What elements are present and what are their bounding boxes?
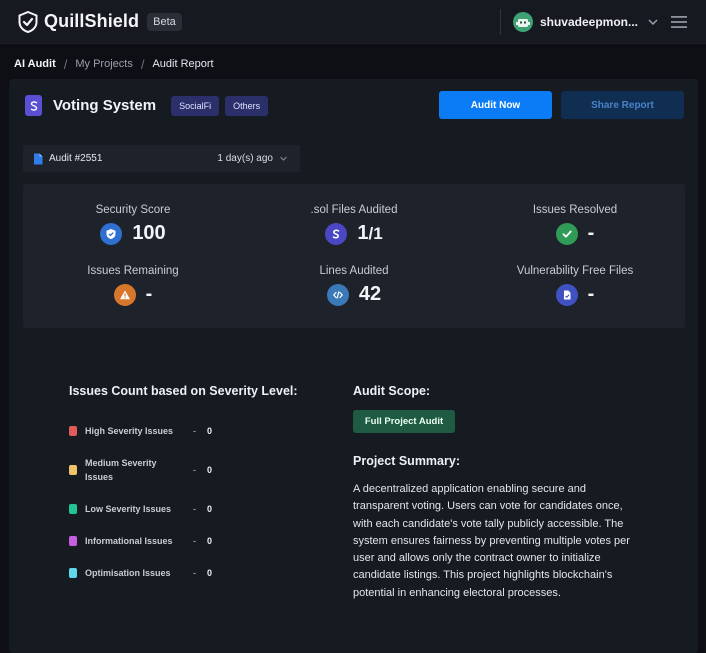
severity-count: 0 <box>207 568 213 578</box>
stat-issues-resolved: Issues Resolved - <box>465 204 685 245</box>
stat-value-total: /1 <box>368 224 383 243</box>
file-check-icon <box>555 283 578 306</box>
audit-scope-badge: Full Project Audit <box>353 410 455 433</box>
stat-label: .sol Files Audited <box>310 204 398 216</box>
breadcrumb-separator: / <box>140 56 145 72</box>
audit-id: Audit #2551 <box>49 153 103 164</box>
check-icon <box>555 222 578 245</box>
stat-value: - <box>587 283 595 305</box>
severity-count: 0 <box>207 426 213 436</box>
sol-file-icon <box>325 222 348 245</box>
audit-scope-title: Audit Scope: <box>353 384 431 398</box>
breadcrumb: AI Audit / My Projects / Audit Report <box>14 56 214 72</box>
stat-vulnerability-free-files: Vulnerability Free Files - <box>465 265 685 306</box>
stat-value: - <box>145 283 153 305</box>
severity-name: Informational Issues <box>85 536 173 546</box>
severity-row-high: High Severity Issues - 0 <box>69 424 229 438</box>
severity-row-optimisation: Optimisation Issues - 0 <box>69 566 229 580</box>
severity-count: 0 <box>207 465 213 475</box>
shield-icon <box>100 222 123 245</box>
breadcrumb-separator: / <box>63 56 68 72</box>
severity-count: 0 <box>207 536 213 546</box>
severity-color-swatch <box>69 568 77 578</box>
severity-name: Medium Severity Issues <box>85 458 157 482</box>
severity-row-informational: Informational Issues - 0 <box>69 534 229 548</box>
audit-version-select[interactable]: Audit #2551 1 day(s) ago <box>23 145 300 172</box>
audit-report-panel: Voting System SocialFi Others Audit Now … <box>9 79 698 653</box>
top-bar: QuillShield Beta shuvadeepmon... <box>0 0 706 44</box>
chevron-down-icon <box>280 156 287 161</box>
severity-row-medium: Medium Severity Issues - 0 <box>69 456 229 484</box>
breadcrumb-my-projects[interactable]: My Projects <box>75 58 132 70</box>
stat-lines-audited: Lines Audited 42 <box>244 265 464 306</box>
breadcrumb-ai-audit[interactable]: AI Audit <box>14 58 56 70</box>
document-icon <box>34 153 43 164</box>
severity-color-swatch <box>69 536 77 546</box>
stat-value: 1 <box>357 222 369 244</box>
breadcrumb-audit-report: Audit Report <box>152 58 214 70</box>
severity-color-swatch <box>69 426 77 436</box>
stat-label: Lines Audited <box>319 265 389 277</box>
hamburger-menu-icon[interactable] <box>670 14 688 30</box>
project-summary-text: A decentralized application enabling sec… <box>353 483 630 599</box>
audit-now-button[interactable]: Audit Now <box>439 91 552 119</box>
severity-title: Issues Count based on Severity Level: <box>69 384 298 398</box>
stat-label: Issues Resolved <box>532 204 618 216</box>
severity-name: Optimisation Issues <box>85 568 171 578</box>
tag-socialfi: SocialFi <box>171 95 220 116</box>
topbar-divider <box>499 8 501 35</box>
severity-name: Low Severity Issues <box>85 504 172 514</box>
audit-time: 1 day(s) ago <box>217 153 273 164</box>
stat-value: 42 <box>358 283 382 305</box>
project-file-icon <box>25 95 42 116</box>
severity-row-low: Low Severity Issues - 0 <box>69 502 229 516</box>
tag-others: Others <box>225 95 269 116</box>
quillshield-logo-icon <box>18 10 38 33</box>
warning-icon <box>113 283 136 306</box>
stat-sol-files-audited: .sol Files Audited 1/1 <box>244 204 464 245</box>
logo[interactable]: QuillShield Beta <box>18 10 182 33</box>
severity-name: High Severity Issues <box>85 426 174 436</box>
robot-avatar-icon <box>515 18 530 27</box>
app-name: QuillShield <box>44 11 140 31</box>
stat-label: Issues Remaining <box>87 265 179 277</box>
avatar[interactable] <box>512 11 533 32</box>
severity-color-swatch <box>69 465 77 475</box>
project-summary-title: Project Summary: <box>353 454 460 468</box>
project-title: Voting System <box>53 97 157 114</box>
project-header: Voting System SocialFi Others <box>25 95 269 116</box>
stat-security-score: Security Score 100 <box>23 204 243 245</box>
stat-value: 100 <box>132 222 166 244</box>
beta-badge: Beta <box>147 12 182 31</box>
username[interactable]: shuvadeepmon... <box>540 15 638 29</box>
chevron-down-icon[interactable] <box>646 15 660 29</box>
severity-count: 0 <box>207 504 213 514</box>
stat-issues-remaining: Issues Remaining - <box>23 265 243 306</box>
stat-value: - <box>587 222 595 244</box>
stat-label: Security Score <box>95 204 171 216</box>
severity-color-swatch <box>69 504 77 514</box>
share-report-button[interactable]: Share Report <box>561 91 684 119</box>
stat-label: Vulnerability Free Files <box>516 265 634 277</box>
code-icon <box>326 283 349 306</box>
stats-grid: Security Score 100 .sol Files Audited 1/… <box>23 184 685 328</box>
